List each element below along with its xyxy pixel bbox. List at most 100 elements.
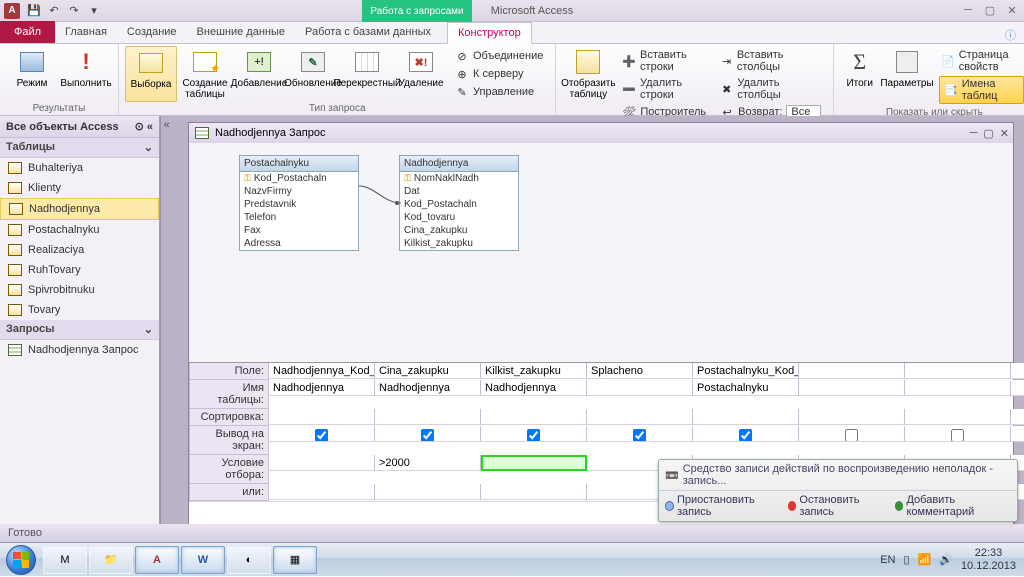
show-checkbox[interactable] [951, 429, 964, 442]
mdi-min-icon[interactable]: ─ [970, 127, 978, 140]
show-checkbox[interactable] [739, 429, 752, 442]
field-nomnaklnadh[interactable]: NomNaklNadh [400, 172, 518, 185]
delete-cols-button[interactable]: ✖Удалить столбцы [718, 76, 823, 102]
table-nadhodjennya[interactable]: Nadhodjennya NomNaklNadhDatKod_Postachal… [399, 155, 519, 251]
grid-cell[interactable]: >2000 [375, 455, 481, 471]
show-checkbox[interactable] [527, 429, 540, 442]
mdi-titlebar[interactable]: Nadhodjennya Запрос ─▢✕ [189, 123, 1013, 143]
nav-collapse-icon[interactable]: « [160, 116, 172, 558]
nav-table-ruhtovary[interactable]: RuhTovary [0, 260, 159, 280]
diagram-pane[interactable]: Postachalnyku Kod_PostachalnNazvFirmyPre… [189, 143, 1013, 363]
nav-header[interactable]: Все объекты Access⊙ « [0, 116, 159, 138]
join-line[interactable] [359, 181, 401, 211]
qat-save-icon[interactable]: 💾 [25, 2, 43, 20]
field-cina_zakupku[interactable]: Cina_zakupku [400, 224, 518, 237]
qat-undo-icon[interactable]: ↶ [45, 2, 63, 20]
passthrough-button[interactable]: ⊕К серверу [453, 66, 545, 82]
grid-cell[interactable] [481, 409, 587, 425]
nav-table-spivrobitnuku[interactable]: Spivrobitnuku [0, 280, 159, 300]
totals-button[interactable]: ΣИтоги [840, 46, 879, 106]
grid-cell[interactable] [799, 426, 905, 442]
show-table-button[interactable]: Отобразить таблицу [562, 46, 614, 122]
tab-home[interactable]: Главная [55, 21, 117, 43]
field-predstavnik[interactable]: Predstavnik [240, 198, 358, 211]
select-query-button[interactable]: Выборка [125, 46, 177, 102]
qat-redo-icon[interactable]: ↷ [65, 2, 83, 20]
grid-cell[interactable] [587, 426, 693, 442]
grid-cell[interactable] [1011, 426, 1024, 442]
show-checkbox[interactable] [421, 429, 434, 442]
grid-cell[interactable] [481, 426, 587, 442]
grid-cell[interactable] [905, 380, 1011, 396]
nav-cat-queries[interactable]: Запросы⌄ [0, 320, 159, 340]
field-dat[interactable]: Dat [400, 185, 518, 198]
grid-cell[interactable] [693, 409, 799, 425]
tray-lang[interactable]: EN [880, 554, 895, 566]
tab-external[interactable]: Внешние данные [187, 21, 295, 43]
start-button[interactable] [0, 543, 42, 577]
window-close-icon[interactable]: ✕ [1004, 4, 1020, 17]
grid-cell[interactable] [1011, 380, 1024, 396]
recorder-comment-button[interactable]: Добавить комментарий [895, 494, 1011, 518]
field-kod_postachaln[interactable]: Kod_Postachaln [400, 198, 518, 211]
grid-cell[interactable]: Nadhodjennya_Kod_P [269, 363, 375, 379]
nav-query[interactable]: Nadhodjennya Запрос [0, 340, 159, 360]
grid-cell[interactable] [799, 363, 905, 379]
append-button[interactable]: +!Добавление [233, 46, 285, 102]
grid-cell[interactable] [799, 409, 905, 425]
recorder-stop-button[interactable]: Остановить запись [788, 494, 885, 518]
nav-table-buhalteriya[interactable]: Buhalteriya [0, 158, 159, 178]
grid-cell[interactable]: Nadhodjennya [375, 380, 481, 396]
mdi-max-icon[interactable]: ▢ [983, 127, 993, 140]
view-button[interactable]: Режим [6, 46, 58, 102]
field-kod_tovaru[interactable]: Kod_tovaru [400, 211, 518, 224]
update-button[interactable]: ✎Обновление [287, 46, 339, 102]
field-adressa[interactable]: Adressa [240, 237, 358, 250]
grid-cell[interactable]: Splacheno [587, 363, 693, 379]
grid-cell[interactable] [1011, 363, 1024, 379]
grid-cell[interactable] [905, 409, 1011, 425]
field-kod_postachaln[interactable]: Kod_Postachaln [240, 172, 358, 185]
field-kilkist_zakupku[interactable]: Kilkist_zakupku [400, 237, 518, 250]
union-button[interactable]: ⊘Объединение [453, 48, 545, 64]
window-minimize-icon[interactable]: ─ [960, 4, 976, 17]
grid-cell[interactable] [375, 484, 481, 500]
show-checkbox[interactable] [845, 429, 858, 442]
qat-dropdown-icon[interactable]: ▾ [85, 2, 103, 20]
grid-cell[interactable] [481, 455, 587, 471]
delete-query-button[interactable]: ✖!Удаление [395, 46, 447, 102]
field-fax[interactable]: Fax [240, 224, 358, 237]
grid-cell[interactable] [269, 426, 375, 442]
tray-flag-icon[interactable]: ▯ [903, 553, 909, 566]
grid-cell[interactable] [269, 484, 375, 500]
make-table-button[interactable]: Создание таблицы [179, 46, 231, 102]
grid-cell[interactable] [481, 484, 587, 500]
grid-cell[interactable] [269, 409, 375, 425]
grid-cell[interactable] [269, 455, 375, 471]
tb-chrome[interactable]: ◐ [227, 546, 271, 574]
grid-cell[interactable] [799, 380, 905, 396]
grid-cell[interactable]: Kilkist_zakupku [481, 363, 587, 379]
tb-app2[interactable]: ▦ [273, 546, 317, 574]
recorder-pause-button[interactable]: Приостановить запись [665, 494, 778, 518]
tb-explorer[interactable]: 📁 [89, 546, 133, 574]
grid-cell[interactable] [905, 363, 1011, 379]
delete-rows-button[interactable]: ➖Удалить строки [620, 76, 708, 102]
grid-cell[interactable] [693, 426, 799, 442]
tab-dbtools[interactable]: Работа с базами данных [295, 21, 441, 43]
grid-cell[interactable] [375, 409, 481, 425]
table-names-button[interactable]: 📑Имена таблиц [939, 76, 1024, 104]
field-telefon[interactable]: Telefon [240, 211, 358, 224]
grid-cell[interactable]: Cina_zakupku [375, 363, 481, 379]
insert-rows-button[interactable]: ➕Вставить строки [620, 48, 708, 74]
field-nazvfirmy[interactable]: NazvFirmy [240, 185, 358, 198]
nav-table-klienty[interactable]: Klienty [0, 178, 159, 198]
recorder-toolbar[interactable]: 📼Средство записи действий по воспроизвед… [658, 459, 1018, 522]
grid-cell[interactable]: Nadhodjennya [481, 380, 587, 396]
table-postachalnyku[interactable]: Postachalnyku Kod_PostachalnNazvFirmyPre… [239, 155, 359, 251]
nav-table-postachalnyku[interactable]: Postachalnyku [0, 220, 159, 240]
tab-file[interactable]: Файл [0, 21, 55, 43]
crosstab-button[interactable]: Перекрестный [341, 46, 393, 102]
mdi-close-icon[interactable]: ✕ [1000, 127, 1009, 140]
grid-cell[interactable]: Postachalnyku_Kod_P [693, 363, 799, 379]
